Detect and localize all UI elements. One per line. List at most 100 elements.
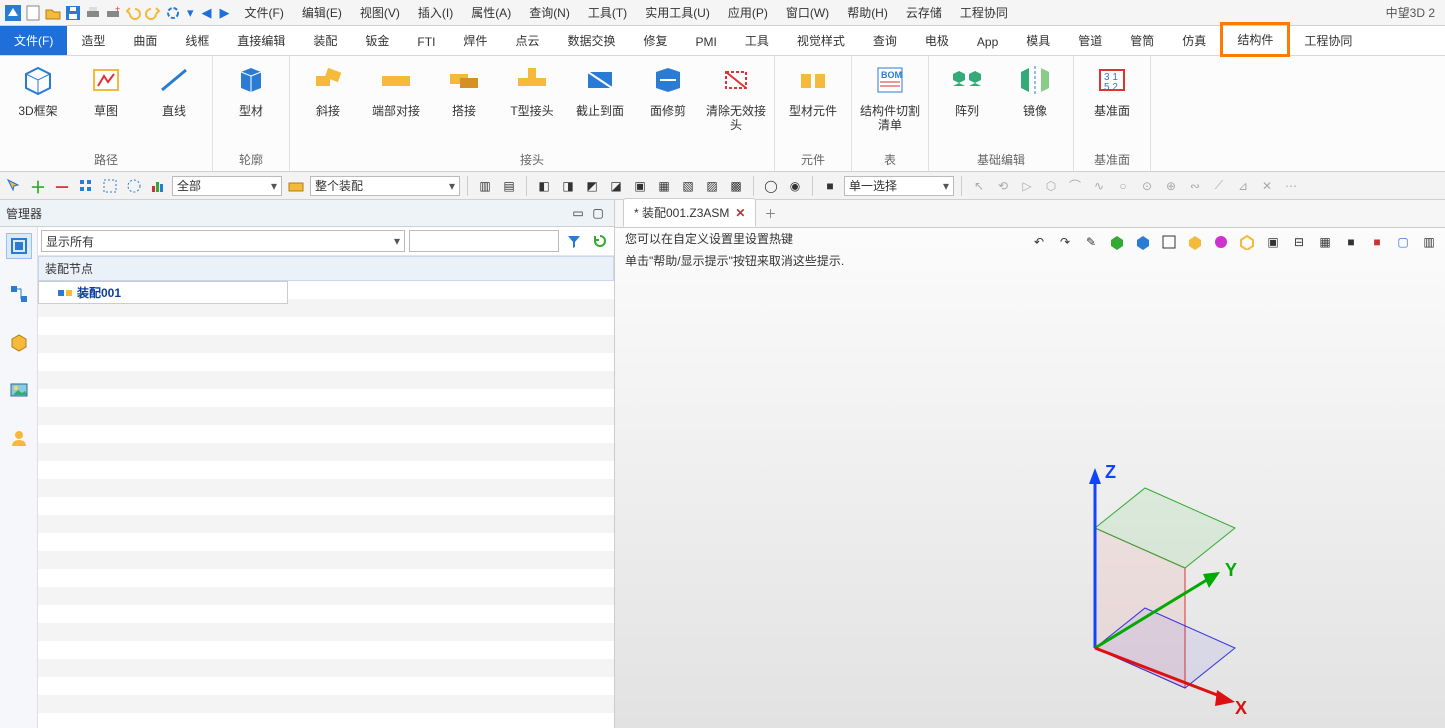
vp-tool-12[interactable]: ■	[1367, 232, 1387, 252]
vp-tool-10[interactable]: ▦	[1315, 232, 1335, 252]
ribbon-tab-FTI[interactable]: FTI	[403, 29, 449, 55]
vp-tool-11[interactable]: ■	[1341, 232, 1361, 252]
dashed-box-icon[interactable]	[100, 176, 120, 196]
snap-icon-6[interactable]: ∿	[1089, 176, 1109, 196]
tool-icon-10[interactable]: ▨	[702, 176, 722, 196]
dashed-circle-icon[interactable]	[124, 176, 144, 196]
snap-icon-11[interactable]: ⟋	[1209, 176, 1229, 196]
menu-view[interactable]: 视图(V)	[360, 4, 400, 21]
vp-tool-3[interactable]	[1133, 232, 1153, 252]
menu-edit[interactable]: 编辑(E)	[302, 4, 342, 21]
manager-min-icon[interactable]: ▭	[568, 203, 588, 223]
document-add-icon[interactable]: ＋	[756, 200, 784, 227]
ribbon-tab-查询[interactable]: 查询	[859, 26, 911, 55]
snap-icon-8[interactable]: ⊙	[1137, 176, 1157, 196]
assembly-icon[interactable]	[286, 176, 306, 196]
mgr-tab-user-icon[interactable]	[6, 425, 32, 451]
select-cursor-icon[interactable]	[4, 176, 24, 196]
ribbon-btn-3D框架[interactable]: 3D框架	[6, 60, 70, 118]
tool-icon-8[interactable]: ▦	[654, 176, 674, 196]
nav-back-icon[interactable]: ◀	[199, 5, 215, 21]
print-plus-icon[interactable]: +	[104, 4, 122, 22]
vp-redo-icon[interactable]: ↷	[1055, 232, 1075, 252]
tool-icon-4[interactable]: ◨	[558, 176, 578, 196]
ribbon-btn-基准面[interactable]: 3 15 2基准面	[1080, 60, 1144, 118]
ribbon-btn-斜接[interactable]: 斜接	[296, 60, 360, 118]
menu-help[interactable]: 帮助(H)	[847, 4, 888, 21]
snap-icon-5[interactable]: ⌒	[1065, 176, 1085, 196]
vp-tool-14[interactable]: ▥	[1419, 232, 1439, 252]
ribbon-tab-造型[interactable]: 造型	[67, 26, 119, 55]
tool-icon-14[interactable]: ■	[820, 176, 840, 196]
ribbon-tab-结构件[interactable]: 结构件	[1220, 22, 1290, 57]
vp-tool-2[interactable]	[1107, 232, 1127, 252]
tool-icon-11[interactable]: ▩	[726, 176, 746, 196]
print-icon[interactable]	[84, 4, 102, 22]
ribbon-tab-工程协同[interactable]: 工程协同	[1290, 26, 1366, 55]
ribbon-btn-草图[interactable]: 草图	[74, 60, 138, 118]
ribbon-btn-型材元件[interactable]: 型材元件	[781, 60, 845, 118]
ribbon-tab-线框[interactable]: 线框	[171, 26, 223, 55]
ribbon-btn-清除无效接头[interactable]: 清除无效接头	[704, 60, 768, 132]
vp-tool-13[interactable]: ▢	[1393, 232, 1413, 252]
snap-icon-13[interactable]: ✕	[1257, 176, 1277, 196]
menu-app[interactable]: 应用(P)	[728, 4, 768, 21]
tool-icon-2[interactable]: ▤	[499, 176, 519, 196]
ribbon-tab-工具[interactable]: 工具	[731, 26, 783, 55]
ribbon-btn-直线[interactable]: 直线	[142, 60, 206, 118]
new-icon[interactable]	[24, 4, 42, 22]
manager-close-icon[interactable]: ▢	[588, 203, 608, 223]
tool-icon-3[interactable]: ◧	[534, 176, 554, 196]
ribbon-tab-修复[interactable]: 修复	[629, 26, 681, 55]
mgr-tab-tree-icon[interactable]	[6, 281, 32, 307]
snap-icon-12[interactable]: ⊿	[1233, 176, 1253, 196]
select-mode-combo[interactable]: 单一选择	[844, 176, 954, 196]
regen-icon[interactable]	[164, 4, 182, 22]
ribbon-btn-面修剪[interactable]: 面修剪	[636, 60, 700, 118]
snap-icon-1[interactable]: ↖	[969, 176, 989, 196]
snap-icon-9[interactable]: ⊕	[1161, 176, 1181, 196]
ribbon-btn-截止到面[interactable]: 截止到面	[568, 60, 632, 118]
mgr-tab-box-icon[interactable]	[6, 329, 32, 355]
plus-icon[interactable]: ＋	[28, 176, 48, 196]
ribbon-btn-搭接[interactable]: 搭接	[432, 60, 496, 118]
snap-icon-4[interactable]: ⬡	[1041, 176, 1061, 196]
scope-combo[interactable]: 整个装配	[310, 176, 460, 196]
snap-icon-2[interactable]: ⟲	[993, 176, 1013, 196]
open-icon[interactable]	[44, 4, 62, 22]
menu-window[interactable]: 窗口(W)	[786, 4, 829, 21]
ribbon-tab-电极[interactable]: 电极	[911, 26, 963, 55]
ribbon-btn-镜像[interactable]: 镜像	[1003, 60, 1067, 118]
ribbon-tab-模具[interactable]: 模具	[1012, 26, 1064, 55]
filter-combo[interactable]: 全部	[172, 176, 282, 196]
ribbon-btn-阵列[interactable]: 阵列	[935, 60, 999, 118]
vp-tool-5[interactable]	[1185, 232, 1205, 252]
tool-icon-5[interactable]: ◩	[582, 176, 602, 196]
ribbon-tab-点云[interactable]: 点云	[501, 26, 553, 55]
vp-tool-7[interactable]	[1237, 232, 1257, 252]
vp-undo-icon[interactable]: ↶	[1029, 232, 1049, 252]
ribbon-tab-直接编辑[interactable]: 直接编辑	[223, 26, 299, 55]
ribbon-btn-端部对接[interactable]: 端部对接	[364, 60, 428, 118]
ribbon-tab-钣金[interactable]: 钣金	[351, 26, 403, 55]
tool-icon-7[interactable]: ▣	[630, 176, 650, 196]
display-filter-combo[interactable]: 显示所有	[41, 230, 405, 252]
filter-funnel-icon[interactable]	[563, 230, 585, 252]
menu-cloud[interactable]: 云存储	[906, 4, 942, 21]
redo-icon[interactable]	[144, 4, 162, 22]
canvas-3d[interactable]: Z Y X	[615, 272, 1445, 728]
snap-icon-14[interactable]: ⋯	[1281, 176, 1301, 196]
ribbon-tab-管道[interactable]: 管道	[1064, 26, 1116, 55]
save-icon[interactable]	[64, 4, 82, 22]
grid-icon[interactable]	[76, 176, 96, 196]
mgr-tab-assembly-icon[interactable]	[6, 233, 32, 259]
menu-attr[interactable]: 属性(A)	[471, 4, 511, 21]
menu-query[interactable]: 查询(N)	[529, 4, 570, 21]
ribbon-btn-结构件切割清单[interactable]: BOM结构件切割清单	[858, 60, 922, 132]
ribbon-tab-仿真[interactable]: 仿真	[1168, 26, 1220, 55]
tool-icon-12[interactable]: ◯	[761, 176, 781, 196]
tree-root-item[interactable]: 装配001	[38, 281, 288, 304]
manager-search-input[interactable]	[409, 230, 559, 252]
chart-icon[interactable]	[148, 176, 168, 196]
menu-util[interactable]: 实用工具(U)	[645, 4, 710, 21]
